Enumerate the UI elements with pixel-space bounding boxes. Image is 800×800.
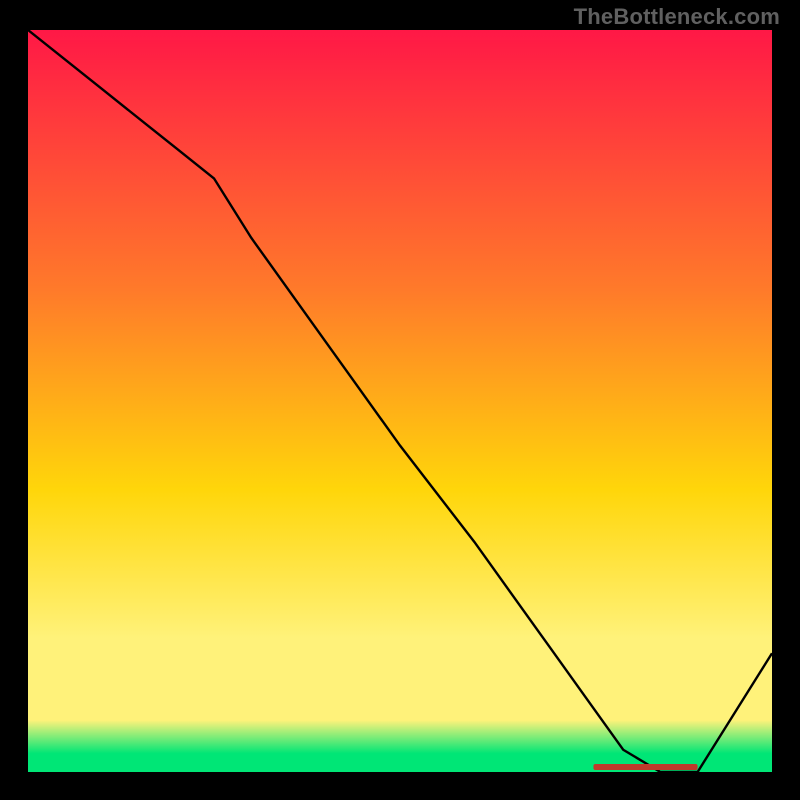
plot-area (28, 30, 772, 772)
chart-frame: TheBottleneck.com (0, 0, 800, 800)
optimum-marker (593, 764, 697, 770)
watermark-text: TheBottleneck.com (574, 4, 780, 30)
bottleneck-chart (28, 30, 772, 772)
gradient-background (28, 30, 772, 772)
